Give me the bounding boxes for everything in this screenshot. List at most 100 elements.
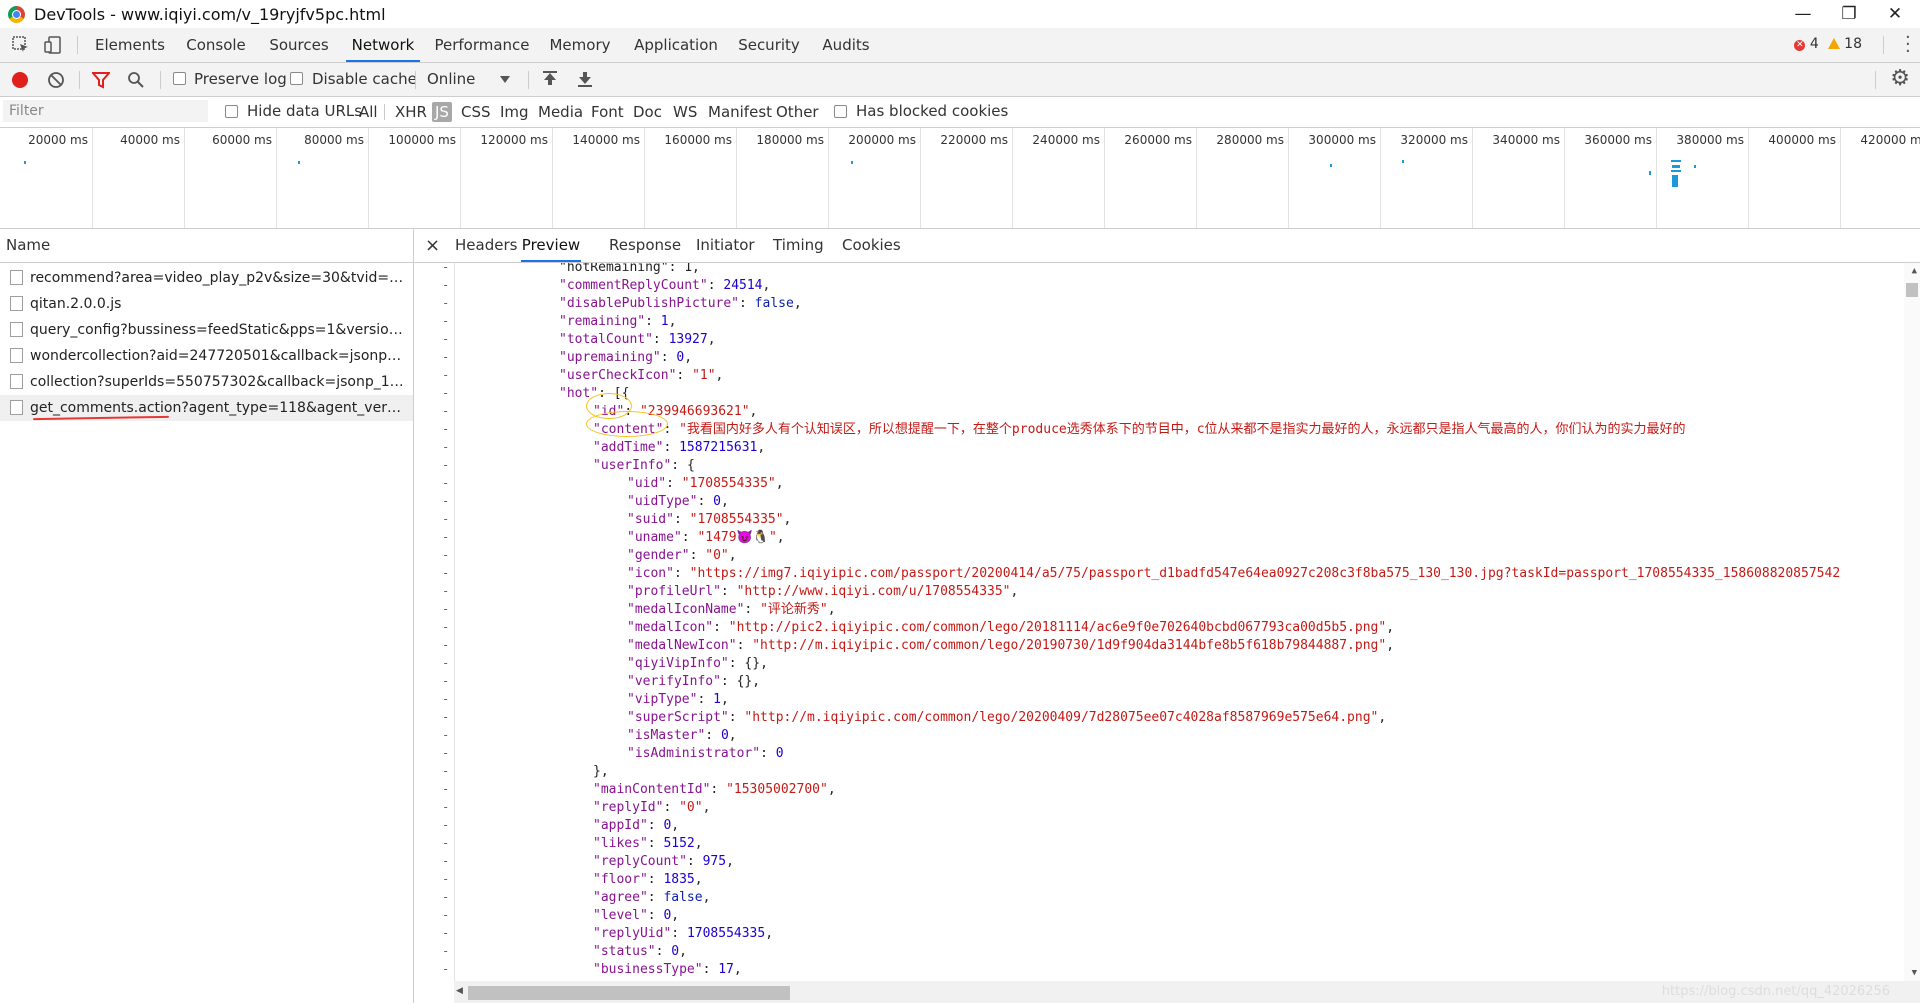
tab-timing[interactable]: Timing bbox=[773, 229, 824, 262]
line-marker: - bbox=[442, 530, 450, 544]
maximize-button[interactable]: ❐ bbox=[1826, 0, 1872, 28]
line-marker: - bbox=[442, 422, 450, 436]
tab-headers[interactable]: Headers bbox=[455, 229, 517, 262]
line-marker: - bbox=[442, 872, 450, 886]
disable-cache-label[interactable]: Disable cache bbox=[312, 70, 417, 88]
tab-security[interactable]: Security bbox=[736, 28, 802, 62]
tab-sources[interactable]: Sources bbox=[264, 28, 334, 62]
line-marker: - bbox=[442, 404, 450, 418]
close-window-button[interactable]: ✕ bbox=[1872, 0, 1918, 28]
has-blocked-cookies-checkbox[interactable] bbox=[834, 105, 847, 118]
request-row[interactable]: wondercollection?aid=247720501&callback=… bbox=[0, 343, 413, 369]
tab-audits[interactable]: Audits bbox=[814, 28, 878, 62]
network-overview-timeline[interactable]: 20000 ms 40000 ms 60000 ms 80000 ms 100000 m… bbox=[0, 128, 1920, 229]
clear-icon[interactable] bbox=[47, 71, 65, 89]
filter-type-doc[interactable]: Doc bbox=[630, 102, 665, 122]
more-options-icon[interactable]: · · · bbox=[1905, 29, 1911, 61]
horizontal-scrollbar[interactable]: ◀ https://blog.csdn.net/qq_42026256 bbox=[454, 981, 1920, 1003]
hide-data-urls-label[interactable]: Hide data URLs bbox=[247, 102, 362, 120]
tab-cookies[interactable]: Cookies bbox=[842, 229, 901, 262]
timeline-tick-label: 20000 ms bbox=[28, 133, 88, 147]
inspect-element-icon[interactable] bbox=[11, 35, 31, 55]
horizontal-scroll-thumb[interactable] bbox=[468, 986, 790, 1000]
filter-type-other[interactable]: Other bbox=[773, 102, 822, 122]
line-marker: - bbox=[442, 854, 450, 868]
search-icon[interactable] bbox=[127, 71, 145, 89]
tab-elements[interactable]: Elements bbox=[92, 28, 168, 62]
line-marker: - bbox=[442, 620, 450, 634]
disable-cache-checkbox[interactable] bbox=[290, 72, 303, 85]
device-toolbar-icon[interactable] bbox=[43, 35, 63, 55]
tab-network[interactable]: Network bbox=[346, 28, 420, 62]
name-column-header[interactable]: Name bbox=[0, 229, 413, 263]
filter-type-js[interactable]: JS bbox=[432, 102, 452, 122]
filter-type-ws[interactable]: WS bbox=[670, 102, 700, 122]
tab-initiator[interactable]: Initiator bbox=[696, 229, 755, 262]
tab-console[interactable]: Console bbox=[180, 28, 252, 62]
warning-count: 18 bbox=[1844, 36, 1862, 52]
filter-type-all[interactable]: All bbox=[356, 102, 381, 122]
scroll-up-icon[interactable]: ▲ bbox=[1912, 266, 1917, 276]
line-marker: - bbox=[442, 314, 450, 328]
preserve-log-label[interactable]: Preserve log bbox=[194, 70, 287, 88]
toolbar-separator bbox=[528, 71, 529, 89]
line-marker: - bbox=[442, 440, 450, 454]
hide-data-urls-checkbox[interactable] bbox=[225, 105, 238, 118]
json-line: "remaining": 1, bbox=[559, 314, 677, 329]
file-icon bbox=[10, 400, 23, 415]
throttling-select[interactable]: Online bbox=[427, 70, 475, 88]
json-preview[interactable]: - "hotRemaining": 1, - "commentReplyCount":… bbox=[414, 263, 1920, 981]
tab-performance[interactable]: Performance bbox=[432, 28, 532, 62]
toolbar-separator bbox=[79, 71, 80, 89]
file-icon bbox=[10, 270, 23, 285]
filter-type-xhr[interactable]: XHR bbox=[392, 102, 430, 122]
network-toolbar: Preserve log Disable cache Online ⚙ bbox=[0, 63, 1920, 97]
request-row[interactable]: qitan.2.0.0.js bbox=[0, 291, 413, 317]
vertical-scroll-thumb[interactable] bbox=[1906, 283, 1918, 297]
line-marker: - bbox=[442, 962, 450, 976]
filter-input[interactable] bbox=[3, 100, 208, 122]
request-row[interactable]: collection?superIds=550757302&callback=j… bbox=[0, 369, 413, 395]
line-marker: - bbox=[442, 890, 450, 904]
network-settings-gear-icon[interactable]: ⚙ bbox=[1890, 66, 1910, 91]
json-line: "qiyiVipInfo": {}, bbox=[627, 656, 768, 671]
json-line: "userCheckIcon": "1", bbox=[559, 368, 724, 383]
record-icon[interactable] bbox=[12, 72, 28, 88]
filter-type-img[interactable]: Img bbox=[497, 102, 532, 122]
tab-application[interactable]: Application bbox=[628, 28, 724, 62]
export-har-icon[interactable] bbox=[577, 70, 593, 88]
line-marker: - bbox=[442, 458, 450, 472]
timeline-tick-label: 40000 ms bbox=[120, 133, 180, 147]
timeline-tick-label: 380000 ms bbox=[1676, 133, 1744, 147]
close-detail-icon[interactable]: × bbox=[425, 229, 440, 262]
scroll-down-icon[interactable]: ▼ bbox=[1912, 968, 1917, 978]
filter-type-css[interactable]: CSS bbox=[458, 102, 494, 122]
vertical-scrollbar[interactable]: ▲ ▼ bbox=[1904, 263, 1920, 981]
request-row[interactable]: query_config?bussiness=feedStatic&pps=1&… bbox=[0, 317, 413, 343]
filter-icon[interactable] bbox=[92, 72, 110, 89]
tab-response[interactable]: Response bbox=[609, 229, 681, 262]
timeline-request-mark bbox=[24, 161, 26, 164]
line-marker: - bbox=[442, 350, 450, 364]
line-marker: - bbox=[442, 263, 450, 274]
minimize-button[interactable]: — bbox=[1780, 0, 1826, 28]
line-marker: - bbox=[442, 602, 450, 616]
tab-preview[interactable]: Preview bbox=[521, 229, 581, 262]
filter-type-font[interactable]: Font bbox=[588, 102, 627, 122]
scroll-left-icon[interactable]: ◀ bbox=[456, 986, 463, 996]
chevron-down-icon[interactable] bbox=[500, 76, 510, 83]
filter-type-manifest[interactable]: Manifest bbox=[705, 102, 775, 122]
filter-type-media[interactable]: Media bbox=[535, 102, 586, 122]
json-line: "vipType": 1, bbox=[627, 692, 729, 707]
timeline-request-mark bbox=[1649, 171, 1651, 175]
json-line: "disablePublishPicture": false, bbox=[559, 296, 802, 311]
timeline-tick-label: 60000 ms bbox=[212, 133, 272, 147]
line-marker: - bbox=[442, 656, 450, 670]
request-row[interactable]: recommend?area=video_play_p2v&size=30&tv… bbox=[0, 265, 413, 291]
import-har-icon[interactable] bbox=[542, 70, 558, 88]
has-blocked-cookies-label[interactable]: Has blocked cookies bbox=[856, 102, 1008, 120]
console-counts[interactable]: ✕ 4 18 bbox=[1794, 36, 1862, 52]
timeline-tick-label: 220000 ms bbox=[940, 133, 1008, 147]
tab-memory[interactable]: Memory bbox=[544, 28, 616, 62]
preserve-log-checkbox[interactable] bbox=[173, 72, 186, 85]
